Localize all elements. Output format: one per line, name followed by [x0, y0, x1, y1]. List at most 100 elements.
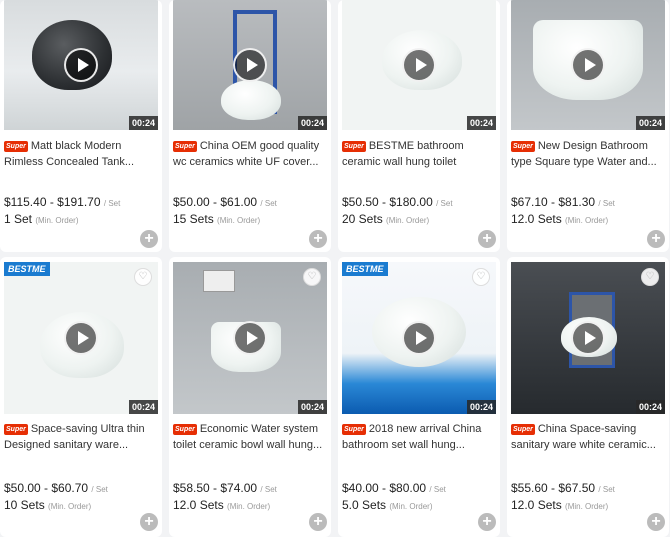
min-order-label: (Min. Order) [35, 216, 79, 225]
video-duration: 00:24 [128, 116, 158, 130]
min-order-qty: 20 Sets [342, 212, 383, 226]
min-order-label: (Min. Order) [386, 216, 430, 225]
play-icon[interactable] [402, 321, 436, 355]
min-order-qty: 15 Sets [173, 212, 214, 226]
brand-logo: BESTME [4, 262, 50, 276]
video-duration: 00:24 [297, 400, 327, 414]
add-icon[interactable]: + [647, 513, 665, 531]
product-thumbnail[interactable]: 00:24 [342, 0, 496, 130]
flush-plate-image [203, 270, 235, 292]
product-card[interactable]: 00:24 Super New Design Bathroom type Squa… [507, 0, 669, 252]
price-range: $50.50 - $180.00 [342, 195, 433, 209]
video-duration: 00:24 [635, 400, 665, 414]
price-unit: / Set [91, 485, 108, 494]
product-grid: 00:24 Super Matt black Modern Rimless Con… [0, 0, 670, 537]
price-range: $50.00 - $60.70 [4, 481, 89, 495]
product-card[interactable]: 00:24 Super China OEM good quality wc cer… [169, 0, 331, 252]
super-badge: Super [511, 424, 535, 435]
add-icon[interactable]: + [140, 513, 158, 531]
min-order-label: (Min. Order) [217, 216, 261, 225]
product-card[interactable]: BESTME ♡ 00:24 Super 2018 new arrival Chi… [338, 257, 500, 537]
product-title[interactable]: Super China OEM good quality wc ceramics … [173, 138, 325, 170]
play-icon[interactable] [571, 48, 605, 82]
min-order: 20 Sets (Min. Order) [342, 212, 429, 226]
video-duration: 00:24 [466, 116, 496, 130]
play-icon[interactable] [233, 48, 267, 82]
add-icon[interactable]: + [647, 230, 665, 248]
product-title[interactable]: Super Economic Water system toilet cerami… [173, 421, 325, 453]
price-unit: / Set [103, 199, 121, 208]
price-range: $67.10 - $81.30 [511, 195, 596, 209]
min-order-qty: 12.0 Sets [511, 498, 562, 512]
min-order-label: (Min. Order) [227, 502, 271, 511]
product-thumbnail[interactable]: 00:24 [511, 0, 665, 130]
price-range: $40.00 - $80.00 [342, 481, 427, 495]
product-card[interactable]: 00:24 Super Matt black Modern Rimless Con… [0, 0, 162, 252]
add-icon[interactable]: + [309, 513, 327, 531]
brand-logo: BESTME [342, 262, 388, 276]
play-icon[interactable] [233, 321, 267, 355]
price: $40.00 - $80.00 / Set [342, 481, 446, 495]
product-title[interactable]: Super BESTME bathroom ceramic wall hung t… [342, 138, 494, 170]
product-title[interactable]: Super 2018 new arrival China bathroom set… [342, 421, 494, 453]
favorite-icon[interactable]: ♡ [641, 268, 659, 286]
play-icon[interactable] [64, 48, 98, 82]
super-badge: Super [4, 141, 28, 152]
price: $50.00 - $60.70 / Set [4, 481, 108, 495]
product-title[interactable]: Super China Space-saving sanitary ware wh… [511, 421, 663, 453]
min-order-label: (Min. Order) [565, 216, 609, 225]
price-unit: / Set [429, 485, 446, 494]
video-duration: 00:24 [297, 116, 327, 130]
min-order: 12.0 Sets (Min. Order) [511, 212, 608, 226]
min-order-label: (Min. Order) [389, 502, 433, 511]
favorite-icon[interactable]: ♡ [472, 268, 490, 286]
super-badge: Super [342, 424, 366, 435]
product-thumbnail[interactable]: 00:24 [173, 0, 327, 130]
video-duration: 00:24 [128, 400, 158, 414]
super-badge: Super [4, 424, 28, 435]
price-unit: / Set [436, 199, 453, 208]
toilet-image [221, 80, 281, 120]
product-thumbnail[interactable]: ♡ 00:24 [173, 262, 327, 414]
price-unit: / Set [598, 485, 615, 494]
min-order-label: (Min. Order) [565, 502, 609, 511]
favorite-icon[interactable]: ♡ [134, 268, 152, 286]
min-order-label: (Min. Order) [48, 502, 92, 511]
product-thumbnail[interactable]: 00:24 [4, 0, 158, 130]
min-order: 12.0 Sets (Min. Order) [511, 498, 608, 512]
video-duration: 00:24 [466, 400, 496, 414]
min-order-qty: 5.0 Sets [342, 498, 387, 512]
price: $67.10 - $81.30 / Set [511, 195, 615, 209]
product-card[interactable]: 00:24 Super BESTME bathroom ceramic wall … [338, 0, 500, 252]
product-card[interactable]: BESTME ♡ 00:24 Super Space-saving Ultra t… [0, 257, 162, 537]
favorite-icon[interactable]: ♡ [303, 268, 321, 286]
product-title[interactable]: Super Matt black Modern Rimless Concealed… [4, 138, 156, 170]
add-icon[interactable]: + [309, 230, 327, 248]
play-icon[interactable] [571, 321, 605, 355]
product-thumbnail[interactable]: BESTME ♡ 00:24 [342, 262, 496, 414]
product-title[interactable]: Super Space-saving Ultra thin Designed sa… [4, 421, 156, 453]
add-icon[interactable]: + [140, 230, 158, 248]
min-order-qty: 12.0 Sets [173, 498, 224, 512]
product-thumbnail[interactable]: ♡ 00:24 [511, 262, 665, 414]
super-badge: Super [173, 141, 197, 152]
add-icon[interactable]: + [478, 513, 496, 531]
price-unit: / Set [260, 485, 277, 494]
product-card[interactable]: ♡ 00:24 Super Economic Water system toile… [169, 257, 331, 537]
super-badge: Super [173, 424, 197, 435]
min-order: 5.0 Sets (Min. Order) [342, 498, 433, 512]
video-duration: 00:24 [635, 116, 665, 130]
price: $50.50 - $180.00 / Set [342, 195, 453, 209]
price: $55.60 - $67.50 / Set [511, 481, 615, 495]
product-card[interactable]: ♡ 00:24 Super China Space-saving sanitary… [507, 257, 669, 537]
price: $58.50 - $74.00 / Set [173, 481, 277, 495]
price-unit: / Set [598, 199, 615, 208]
add-icon[interactable]: + [478, 230, 496, 248]
super-badge: Super [342, 141, 366, 152]
product-thumbnail[interactable]: BESTME ♡ 00:24 [4, 262, 158, 414]
min-order: 12.0 Sets (Min. Order) [173, 498, 270, 512]
price-range: $115.40 - $191.70 [4, 195, 101, 209]
play-icon[interactable] [64, 321, 98, 355]
product-title[interactable]: Super New Design Bathroom type Square typ… [511, 138, 663, 170]
play-icon[interactable] [402, 48, 436, 82]
